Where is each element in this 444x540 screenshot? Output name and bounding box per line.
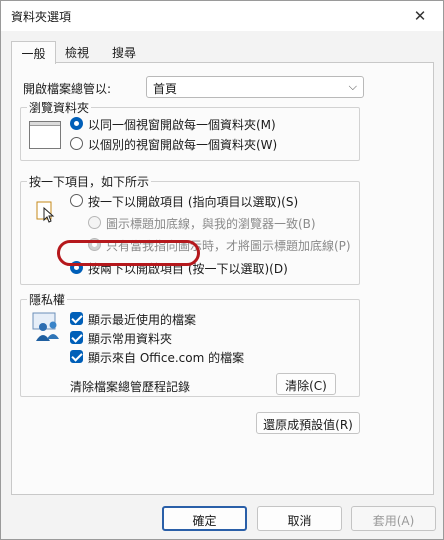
click-items-title: 按一下項目，如下所示 (27, 173, 152, 190)
open-explorer-dropdown[interactable]: 首頁 ⌵ (146, 76, 364, 98)
close-icon: ✕ (413, 7, 427, 25)
radio-underline-browser[interactable] (88, 216, 101, 229)
option-underline-point-label: 只有當我指向圖示時，才將圖示標題加底線(P) (106, 239, 351, 253)
window-preview-icon (29, 121, 61, 149)
clear-history-label: 清除檔案總管歷程記錄 (70, 380, 191, 394)
privacy-title: 隱私權 (27, 291, 68, 308)
show-recent-files-label: 顯示最近使用的檔案 (88, 313, 197, 327)
show-frequent-folders-label: 顯示常用資料夾 (88, 332, 173, 346)
radio-own-window[interactable] (70, 137, 83, 150)
apply-button-label: 套用(A) (372, 514, 415, 528)
clear-history-button-label: 清除(C) (285, 379, 327, 393)
privacy-people-icon (31, 311, 61, 341)
tab-label: 檢視 (64, 46, 89, 60)
apply-button[interactable]: 套用(A) (351, 506, 436, 531)
checkbox-show-office-files[interactable] (70, 350, 83, 363)
open-explorer-value: 首頁 (153, 82, 178, 96)
radio-underline-point[interactable] (88, 238, 101, 251)
restore-defaults-button[interactable]: 還原成預設值(R) (256, 412, 360, 434)
option-underline-browser-label: 圖示標題加底線，與我的瀏覽器一致(B) (106, 217, 316, 231)
close-button[interactable]: ✕ (397, 1, 443, 31)
open-explorer-label: 開啟檔案總管以: (23, 82, 112, 96)
title-bar: 資料夾選項 ✕ (1, 1, 443, 31)
clear-history-button[interactable]: 清除(C) (276, 373, 336, 395)
folder-options-dialog: 資料夾選項 ✕ 一般 檢視 搜尋 開啟檔案總管以: 首頁 ⌵ 瀏覽資料夾 以同一… (0, 0, 444, 540)
cancel-button-label: 取消 (287, 514, 312, 528)
tab-search[interactable]: 搜尋 (107, 41, 141, 63)
browse-folders-title: 瀏覽資料夾 (27, 99, 92, 116)
tab-view[interactable]: 檢視 (60, 41, 94, 63)
option-double-click-label: 按兩下以開啟項目 (按一下以選取)(D) (88, 262, 288, 276)
option-same-window-label: 以同一個視窗開啟每一個資料夾(M) (88, 118, 276, 132)
radio-same-window[interactable] (70, 117, 83, 130)
ok-button-label: 確定 (192, 514, 217, 528)
restore-defaults-label: 還原成預設值(R) (263, 418, 353, 432)
radio-single-click[interactable] (70, 194, 83, 207)
ok-button[interactable]: 確定 (162, 506, 247, 531)
general-tab-panel: 開啟檔案總管以: 首頁 ⌵ 瀏覽資料夾 以同一個視窗開啟每一個資料夾(M) 以個… (11, 62, 434, 495)
radio-double-click[interactable] (70, 261, 83, 274)
option-single-click-label: 按一下以開啟項目 (指向項目以選取)(S) (88, 195, 299, 209)
tab-general[interactable]: 一般 (11, 41, 56, 64)
show-office-files-label: 顯示來自 Office.com 的檔案 (88, 351, 245, 365)
chevron-down-icon: ⌵ (348, 80, 357, 93)
window-title: 資料夾選項 (11, 10, 72, 24)
cancel-button[interactable]: 取消 (257, 506, 342, 531)
browse-folders-group: 瀏覽資料夾 以同一個視窗開啟每一個資料夾(M) 以個別的視窗開啟每一個資料夾(W… (20, 99, 360, 161)
tab-label: 一般 (21, 47, 46, 61)
tab-label: 搜尋 (111, 46, 136, 60)
checkbox-show-recent-files[interactable] (70, 312, 83, 325)
privacy-group: 隱私權 顯示最近使用的檔案 顯示常用資料夾 顯示來自 Office.com 的檔… (20, 291, 360, 397)
pointer-icon (35, 200, 55, 223)
click-items-group: 按一下項目，如下所示 按一下以開啟項目 (指向項目以選取)(S) 圖示標題加底線… (20, 173, 360, 285)
option-own-window-label: 以個別的視窗開啟每一個資料夾(W) (88, 138, 278, 152)
checkbox-show-frequent-folders[interactable] (70, 331, 83, 344)
